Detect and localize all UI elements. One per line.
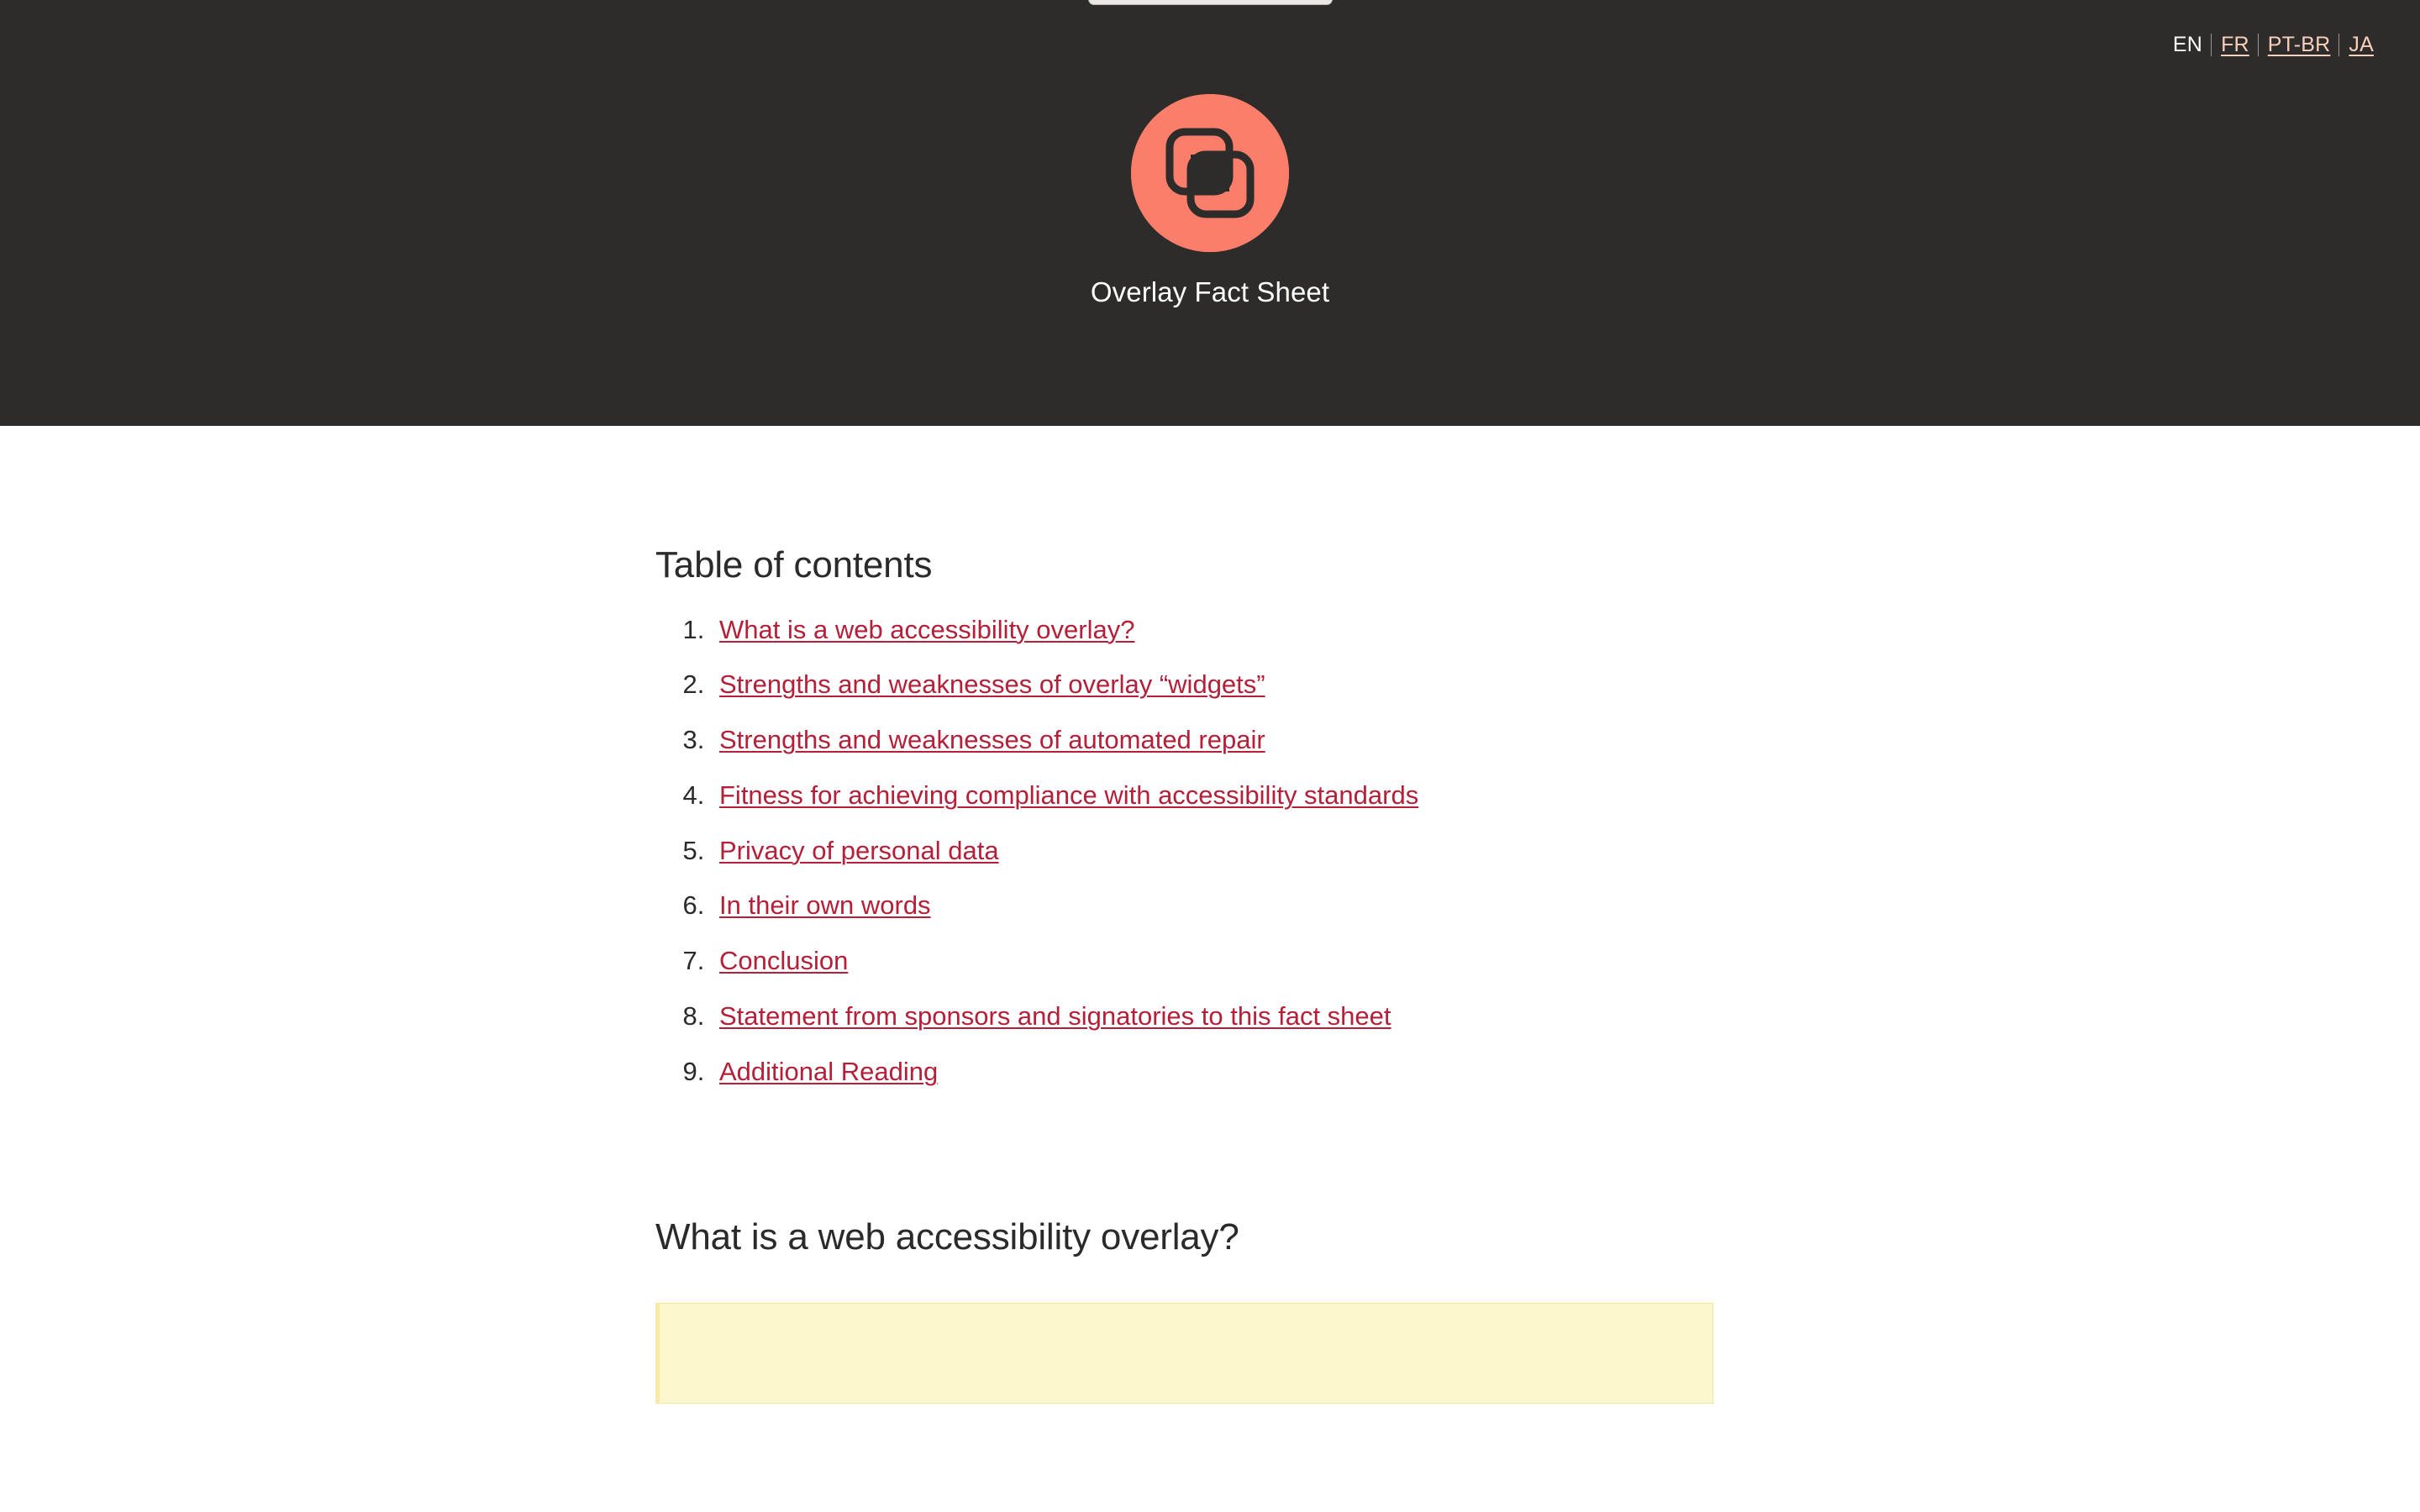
toc-link-5[interactable]: Privacy of personal data: [719, 836, 999, 865]
brand-title: Overlay Fact Sheet: [1090, 276, 1330, 307]
language-separator: [2338, 34, 2340, 56]
main-content: Table of contents What is a web accessib…: [0, 426, 2420, 1404]
list-item: What is a web accessibility overlay?: [712, 614, 1714, 647]
language-link-ja[interactable]: JA: [2349, 34, 2374, 55]
content-container: Table of contents What is a web accessib…: [655, 426, 1714, 1404]
list-item: Strengths and weaknesses of automated re…: [712, 724, 1714, 757]
list-item: Strengths and weaknesses of overlay “wid…: [712, 669, 1714, 701]
toc-link-2[interactable]: Strengths and weaknesses of overlay “wid…: [719, 669, 1265, 699]
list-item: Privacy of personal data: [712, 835, 1714, 868]
language-item-fr: FR: [2221, 34, 2249, 55]
list-item: Fitness for achieving compliance with ac…: [712, 780, 1714, 812]
toc-link-6[interactable]: In their own words: [719, 890, 931, 920]
language-link-pt-br[interactable]: PT-BR: [2268, 34, 2331, 55]
language-item-pt-br: PT-BR: [2268, 34, 2331, 55]
language-item-en: EN: [2173, 34, 2202, 55]
list-item: Statement from sponsors and signatories …: [712, 1000, 1714, 1033]
language-item-ja: JA: [2349, 34, 2374, 55]
site-header: Skip to main content EN FR PT-BR JA Over…: [0, 0, 2420, 426]
toc-link-8[interactable]: Statement from sponsors and signatories …: [719, 1001, 1392, 1031]
section-heading-what-is-an-overlay: What is a web accessibility overlay?: [655, 1216, 1239, 1258]
toc-link-7[interactable]: Conclusion: [719, 946, 848, 975]
language-switcher: EN FR PT-BR JA: [2173, 34, 2374, 56]
site-brand-link[interactable]: Overlay Fact Sheet: [0, 94, 2420, 309]
skip-to-content-link[interactable]: Skip to main content: [1088, 0, 1333, 5]
language-link-en[interactable]: EN: [2173, 34, 2202, 55]
callout-box: [655, 1302, 1713, 1404]
table-of-contents-heading: Table of contents: [655, 544, 933, 585]
toc-link-3[interactable]: Strengths and weaknesses of automated re…: [719, 725, 1265, 754]
toc-link-4[interactable]: Fitness for achieving compliance with ac…: [719, 780, 1418, 810]
toc-link-9[interactable]: Additional Reading: [719, 1057, 938, 1086]
table-of-contents-list: What is a web accessibility overlay? Str…: [655, 614, 1714, 1089]
toc-link-1[interactable]: What is a web accessibility overlay?: [719, 615, 1134, 644]
list-item: In their own words: [712, 890, 1714, 922]
list-item: Conclusion: [712, 945, 1714, 978]
list-item: Additional Reading: [712, 1056, 1714, 1089]
overlapping-squares-logo-icon: [1131, 94, 1289, 252]
language-separator: [2211, 34, 2212, 56]
language-link-fr[interactable]: FR: [2221, 34, 2249, 55]
language-separator: [2257, 34, 2259, 56]
